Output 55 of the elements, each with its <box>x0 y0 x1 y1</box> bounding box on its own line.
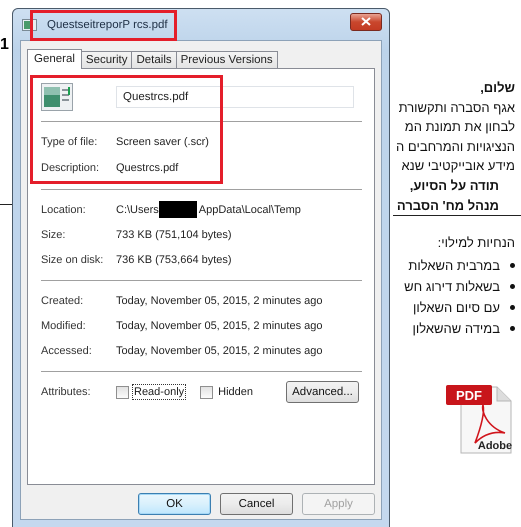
paragraph-line: הנציגויות והמרחבים ה <box>395 138 516 156</box>
field-label: Description: <box>41 162 100 174</box>
greeting-text: שלום, <box>479 79 516 97</box>
dialog-button[interactable]: Cancel <box>220 493 293 515</box>
dialog-button[interactable]: OK <box>138 493 211 515</box>
paragraph-line: אגף הסברה ותקשורת <box>398 98 516 117</box>
field-label: Attributes: <box>41 386 92 398</box>
field-value: C:\Users <box>116 204 159 216</box>
field-value: Today, November 05, 2015, 2 minutes ago <box>116 320 322 332</box>
field-label: Type of file: <box>41 136 98 148</box>
closing-line: מנהל מח' הסברה <box>396 196 500 215</box>
bullet-text: במידה שהשאלון <box>412 320 500 336</box>
advanced-button[interactable]: Advanced... <box>286 381 359 403</box>
field-value: Screen saver (.scr) <box>116 136 209 148</box>
field-value: AppData\Local\Temp <box>198 204 301 216</box>
badge-label: PDF <box>456 388 482 403</box>
bullet-text: במרבית השאלות <box>408 258 500 273</box>
redaction-block <box>158 201 197 218</box>
paragraph-line: לבחון את תמונת המ <box>404 118 516 136</box>
close-icon <box>361 17 371 26</box>
icon-caption: Adobe <box>478 440 512 452</box>
checkbox[interactable] <box>116 386 129 398</box>
paragraph-line: מידע אובייקטיבי שנא <box>400 157 516 176</box>
instructions-title: הנחיות למילוי: <box>436 234 516 252</box>
tab[interactable]: Details <box>131 51 177 68</box>
checkbox-label[interactable]: Read-only <box>132 384 186 400</box>
bullet-text: בשאלות דירוג חש <box>404 278 500 294</box>
pdf-file-icon <box>446 384 512 454</box>
file-icon <box>41 83 73 111</box>
field-label: Created: <box>41 294 84 306</box>
field-value: Today, November 05, 2015, 2 minutes ago <box>116 294 322 306</box>
tab[interactable]: General <box>27 49 82 69</box>
closing-line: תודה על הסיוע, <box>408 176 500 195</box>
window-title: QuestseitreporP rcs.pdf <box>47 18 168 30</box>
field-label: Size on disk: <box>41 254 104 266</box>
field-label: Accessed: <box>41 344 93 356</box>
tab[interactable]: Previous Versions <box>176 51 278 68</box>
checkbox-label[interactable]: Hidden <box>216 384 255 400</box>
margin-text: 1 <box>0 36 10 54</box>
field-label: Size: <box>41 228 66 240</box>
bullet-icon <box>510 326 515 331</box>
field-value: 733 KB (751,104 bytes) <box>116 228 232 240</box>
tab[interactable]: Security <box>80 51 132 68</box>
close-button[interactable] <box>350 12 382 30</box>
bullet-icon <box>510 262 515 268</box>
field-value: Today, November 05, 2015, 2 minutes ago <box>116 344 322 356</box>
bullet-icon <box>510 284 515 289</box>
bullet-text: עם סיום השאלון <box>413 300 500 315</box>
bullet-icon <box>510 304 515 310</box>
file-name-field[interactable]: Questrcs.pdf <box>116 86 354 108</box>
field-value: Questrcs.pdf <box>116 162 178 174</box>
field-value: 736 KB (753,664 bytes) <box>116 254 232 266</box>
checkbox[interactable] <box>200 386 214 398</box>
field-label: Location: <box>41 204 87 216</box>
field-label: Modified: <box>41 320 87 332</box>
